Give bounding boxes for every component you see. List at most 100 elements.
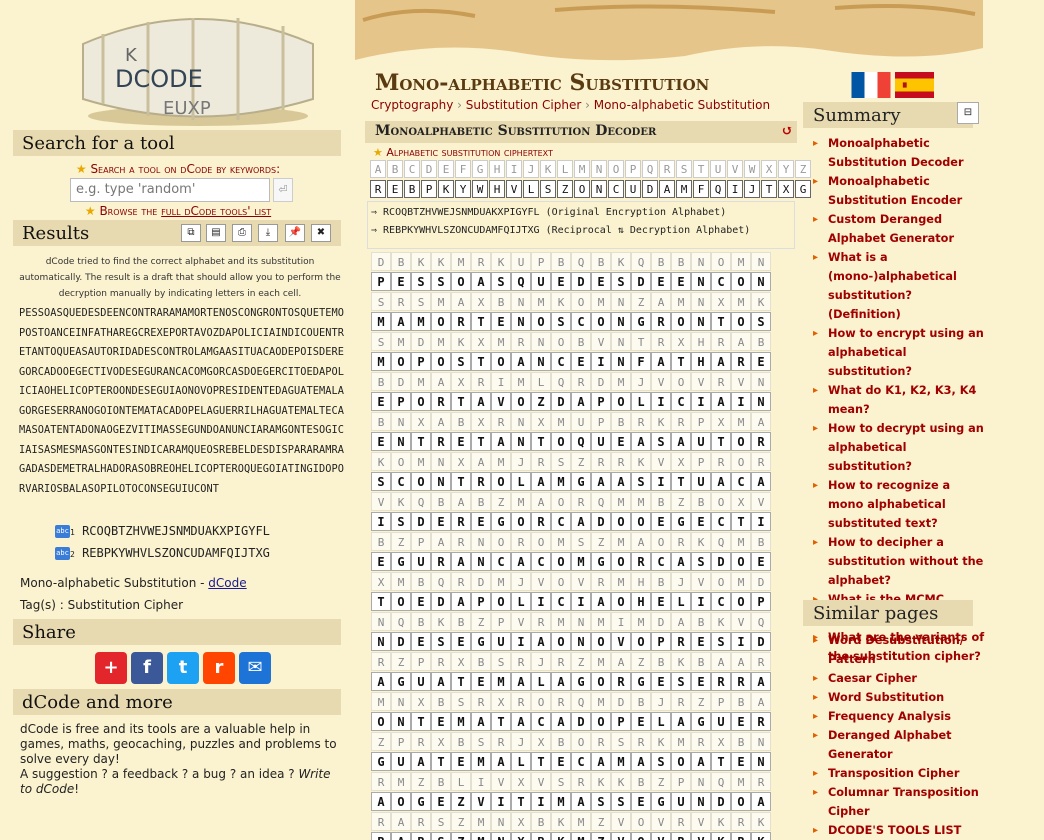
plain-cell[interactable]: G: [651, 792, 671, 811]
cipher-letter-cell[interactable]: D: [642, 180, 658, 198]
plain-cell[interactable]: I: [491, 792, 511, 811]
plain-cell[interactable]: G: [671, 512, 691, 531]
plain-cell[interactable]: S: [611, 792, 631, 811]
plain-cell[interactable]: S: [491, 272, 511, 291]
cipher-letter-cell[interactable]: C: [608, 180, 624, 198]
plain-cell[interactable]: A: [571, 512, 591, 531]
plain-cell[interactable]: U: [671, 792, 691, 811]
cipher-letter-cell[interactable]: O: [574, 180, 590, 198]
plain-cell[interactable]: D: [571, 272, 591, 291]
plain-cell[interactable]: A: [471, 712, 491, 731]
cipher-letter-cell[interactable]: B: [404, 180, 420, 198]
plain-cell[interactable]: Q: [511, 272, 531, 291]
plain-cell[interactable]: I: [691, 392, 711, 411]
plain-cell[interactable]: R: [451, 312, 471, 331]
similar-page-link[interactable]: Transposition Cipher: [813, 764, 985, 783]
plain-cell[interactable]: O: [731, 792, 751, 811]
plain-cell[interactable]: O: [431, 312, 451, 331]
plain-cell[interactable]: M: [451, 712, 471, 731]
plain-cell[interactable]: B: [531, 832, 551, 840]
plain-cell[interactable]: R: [431, 432, 451, 451]
plain-cell[interactable]: R: [631, 552, 651, 571]
plain-cell[interactable]: E: [391, 272, 411, 291]
decryption-grid[interactable]: DBKKMRKUPBQBKQBBNOMNPESSOASQUEDESDEENCON…: [371, 252, 775, 840]
plain-cell[interactable]: A: [751, 472, 771, 491]
plain-cell[interactable]: A: [651, 352, 671, 371]
plain-cell[interactable]: D: [711, 792, 731, 811]
plain-cell[interactable]: P: [391, 392, 411, 411]
plain-cell[interactable]: A: [451, 592, 471, 611]
plain-cell[interactable]: D: [591, 512, 611, 531]
plain-cell[interactable]: S: [751, 312, 771, 331]
plain-cell[interactable]: I: [571, 592, 591, 611]
plain-cell[interactable]: R: [731, 672, 751, 691]
cipher-letter-cell[interactable]: K: [438, 180, 454, 198]
plain-cell[interactable]: O: [731, 312, 751, 331]
plain-cell[interactable]: E: [471, 512, 491, 531]
plain-cell[interactable]: I: [751, 512, 771, 531]
plain-cell[interactable]: E: [691, 632, 711, 651]
plain-cell[interactable]: C: [551, 592, 571, 611]
plain-cell[interactable]: O: [611, 512, 631, 531]
plain-cell[interactable]: S: [431, 832, 451, 840]
similar-page-link[interactable]: Columnar Transposition Cipher: [813, 783, 985, 821]
result-text[interactable]: PESSOASQUEDESDEENCONTRARAMAMORTENOSCONGR…: [19, 304, 345, 499]
plain-cell[interactable]: C: [731, 472, 751, 491]
plain-cell[interactable]: T: [451, 672, 471, 691]
cipher-letter-cell[interactable]: R: [370, 180, 386, 198]
similar-page-link[interactable]: Word Substitution: [813, 688, 985, 707]
plain-cell[interactable]: K: [711, 832, 731, 840]
share-twitter-button[interactable]: t: [167, 652, 199, 684]
plain-cell[interactable]: O: [631, 832, 651, 840]
plain-cell[interactable]: T: [491, 712, 511, 731]
cipher-letter-cell[interactable]: P: [421, 180, 437, 198]
plain-cell[interactable]: E: [371, 432, 391, 451]
plain-cell[interactable]: O: [511, 512, 531, 531]
plain-cell[interactable]: C: [711, 512, 731, 531]
breadcrumb-substitution-cipher[interactable]: Substitution Cipher: [466, 98, 582, 112]
plain-cell[interactable]: I: [371, 512, 391, 531]
cipher-letter-cell[interactable]: T: [761, 180, 777, 198]
plain-cell[interactable]: S: [411, 272, 431, 291]
plain-cell[interactable]: A: [531, 632, 551, 651]
plain-cell[interactable]: S: [651, 432, 671, 451]
cipher-letter-cell[interactable]: H: [489, 180, 505, 198]
plain-cell[interactable]: M: [611, 752, 631, 771]
plain-cell[interactable]: R: [611, 672, 631, 691]
plain-cell[interactable]: E: [371, 392, 391, 411]
plain-cell[interactable]: R: [731, 352, 751, 371]
plain-cell[interactable]: M: [471, 752, 491, 771]
browse-tools-link[interactable]: full dCode tools' list: [161, 204, 271, 218]
summary-link[interactable]: How to decipher a substitution without t…: [813, 533, 985, 590]
plain-cell[interactable]: N: [611, 312, 631, 331]
plain-cell[interactable]: U: [411, 552, 431, 571]
plain-cell[interactable]: A: [751, 792, 771, 811]
plain-cell[interactable]: A: [591, 472, 611, 491]
plain-cell[interactable]: K: [751, 832, 771, 840]
summary-link[interactable]: Monoalphabetic Substitution Decoder: [813, 134, 985, 172]
cipher-letter-cell[interactable]: V: [506, 180, 522, 198]
plain-cell[interactable]: E: [671, 272, 691, 291]
plain-cell[interactable]: E: [751, 552, 771, 571]
plain-cell[interactable]: O: [491, 472, 511, 491]
plain-cell[interactable]: R: [731, 832, 751, 840]
plain-cell[interactable]: O: [731, 592, 751, 611]
plain-cell[interactable]: A: [411, 752, 431, 771]
plain-cell[interactable]: A: [751, 672, 771, 691]
plain-cell[interactable]: U: [491, 632, 511, 651]
plain-cell[interactable]: T: [671, 352, 691, 371]
search-input[interactable]: e.g. type 'random': [70, 178, 270, 202]
summary-link[interactable]: Monoalphabetic Substitution Encoder: [813, 172, 985, 210]
plain-cell[interactable]: T: [711, 752, 731, 771]
plain-cell[interactable]: U: [591, 432, 611, 451]
plain-cell[interactable]: O: [591, 632, 611, 651]
cipher-letter-cell[interactable]: W: [472, 180, 488, 198]
breadcrumb-cryptography[interactable]: Cryptography: [371, 98, 453, 112]
plain-cell[interactable]: U: [691, 472, 711, 491]
plain-cell[interactable]: G: [371, 752, 391, 771]
plain-cell[interactable]: M: [411, 312, 431, 331]
plain-cell[interactable]: A: [611, 472, 631, 491]
plain-cell[interactable]: N: [511, 432, 531, 451]
plain-cell[interactable]: T: [371, 592, 391, 611]
plain-cell[interactable]: T: [411, 432, 431, 451]
